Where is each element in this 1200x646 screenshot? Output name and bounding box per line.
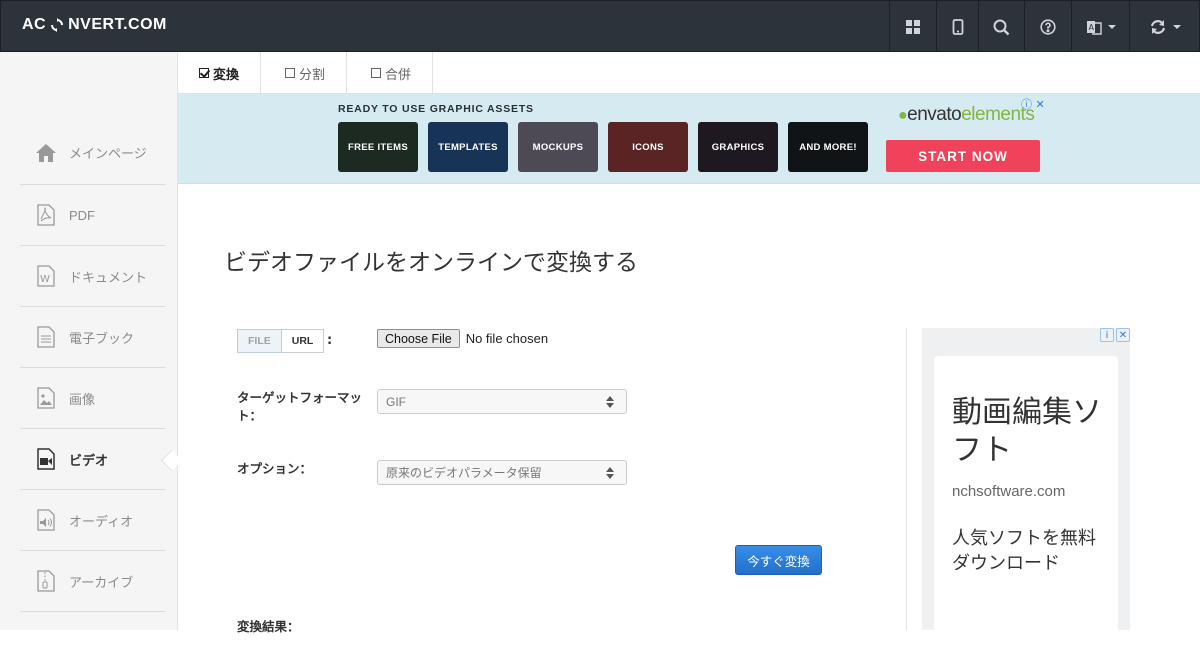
top-navbar: AC NVERT.COM A bbox=[0, 0, 1200, 53]
sidebar-item-label: 画像 bbox=[69, 391, 96, 407]
chevron-down-icon bbox=[1107, 25, 1116, 29]
archive-icon bbox=[35, 569, 57, 593]
ad-tile[interactable]: FREE ITEMS bbox=[338, 122, 418, 172]
sidebar-item-label: オーディオ bbox=[69, 513, 134, 529]
svg-text:W: W bbox=[40, 274, 50, 285]
mobile-button[interactable] bbox=[936, 1, 978, 53]
ad-close-icon[interactable]: ⓘ ✕ bbox=[1021, 96, 1045, 112]
chevron-down-icon bbox=[1172, 25, 1181, 29]
help-icon bbox=[1040, 19, 1056, 35]
ad-tile[interactable]: AND MORE! bbox=[788, 122, 868, 172]
source-toggle: FILE URL bbox=[237, 329, 325, 353]
brand-name: envato bbox=[907, 104, 962, 125]
tab-label: 合併 bbox=[385, 66, 412, 82]
svg-text:A: A bbox=[1088, 23, 1094, 32]
content-divider bbox=[906, 328, 907, 630]
leaf-icon: ● bbox=[898, 107, 908, 124]
language-icon: A bbox=[1086, 21, 1102, 35]
options-label: オプション： bbox=[237, 462, 313, 476]
sidebar-item-label: 電子ブック bbox=[69, 330, 135, 346]
search-icon bbox=[993, 19, 1010, 35]
tablet-icon bbox=[952, 19, 963, 35]
sidebar-item-label: メインページ bbox=[69, 146, 147, 161]
file-status: No file chosen bbox=[465, 331, 549, 346]
ad-subtext: 人気ソフトを無料ダウンロード bbox=[952, 528, 1096, 574]
site-logo[interactable]: AC NVERT.COM bbox=[22, 16, 167, 34]
tab-label: 変換 bbox=[213, 66, 240, 82]
sidebar: メインページ PDF W ドキュメント 電子ブック 画像 ビデオ オーディオ ア… bbox=[0, 52, 178, 630]
ad-banner[interactable]: READY TO USE GRAPHIC ASSETS FREE ITEMS T… bbox=[178, 94, 1200, 184]
ad-tile[interactable]: GRAPHICS bbox=[698, 122, 778, 172]
sidebar-item-label: ドキュメント bbox=[69, 269, 148, 285]
apps-button[interactable] bbox=[889, 1, 936, 53]
url-source-button[interactable]: URL bbox=[281, 329, 325, 353]
sidebar-item-ebook[interactable]: 電子ブック bbox=[20, 307, 165, 368]
language-button[interactable]: A bbox=[1071, 1, 1129, 53]
ad-tile[interactable]: TEMPLATES bbox=[428, 122, 508, 172]
refresh-icon bbox=[1150, 20, 1165, 34]
side-ad-card[interactable]: 動画編集ソフト nchsoftware.com 人気ソフトを無料ダウンロード bbox=[934, 356, 1118, 646]
checkbox-icon bbox=[371, 68, 382, 78]
sidebar-item-audio[interactable]: オーディオ bbox=[20, 490, 165, 551]
converter-menu-button[interactable] bbox=[1129, 1, 1199, 53]
sidebar-item-document[interactable]: W ドキュメント bbox=[20, 246, 165, 307]
options-value: 原来のビデオパラメータ保留 bbox=[386, 466, 542, 480]
brand-text-left: AC bbox=[22, 16, 47, 33]
sidebar-item-image[interactable]: 画像 bbox=[20, 368, 165, 429]
audio-icon bbox=[35, 508, 57, 532]
tab-convert[interactable]: 変換 bbox=[178, 52, 262, 94]
checkbox-icon bbox=[285, 68, 296, 78]
ad-tile[interactable]: ICONS bbox=[608, 122, 688, 172]
brand-text-right: NVERT.COM bbox=[68, 16, 167, 33]
ad-domain: nchsoftware.com bbox=[952, 483, 1066, 500]
sidebar-item-archive[interactable]: アーカイブ bbox=[20, 551, 165, 612]
search-button[interactable] bbox=[978, 1, 1024, 53]
sidebar-item-label: PDF bbox=[69, 207, 95, 223]
sidebar-item-pdf[interactable]: PDF bbox=[20, 185, 165, 246]
ad-controls: i ✕ bbox=[1100, 328, 1130, 342]
image-icon bbox=[35, 386, 57, 410]
mode-tabs: 変換 分割 合併 bbox=[178, 52, 1200, 94]
file-source-button[interactable]: FILE bbox=[237, 329, 282, 353]
sidebar-item-label: アーカイブ bbox=[69, 574, 134, 590]
file-input[interactable]: Choose File No file chosen bbox=[377, 329, 548, 348]
ad-title: READY TO USE GRAPHIC ASSETS bbox=[338, 103, 534, 115]
select-arrows-icon bbox=[606, 396, 614, 408]
home-icon bbox=[35, 141, 57, 165]
ad-headline: 動画編集ソフト bbox=[952, 395, 1102, 468]
convert-logo-icon bbox=[51, 18, 64, 32]
sidebar-item-video[interactable]: ビデオ bbox=[20, 429, 165, 490]
ad-tile[interactable]: MOCKUPS bbox=[518, 122, 598, 172]
tab-split[interactable]: 分割 bbox=[261, 52, 348, 94]
choose-file-button[interactable]: Choose File bbox=[377, 329, 460, 348]
options-select[interactable]: 原来のビデオパラメータ保留 bbox=[377, 460, 627, 485]
sidebar-item-home[interactable]: メインページ bbox=[20, 121, 165, 185]
tab-merge[interactable]: 合併 bbox=[347, 52, 434, 94]
ad-info-icon[interactable]: i bbox=[1100, 328, 1114, 342]
ebook-icon bbox=[35, 325, 57, 349]
page-title: ビデオファイルをオンラインで変換する bbox=[224, 250, 638, 276]
tab-label: 分割 bbox=[299, 66, 326, 82]
side-ad[interactable]: i ✕ 動画編集ソフト nchsoftware.com 人気ソフトを無料ダウンロ… bbox=[922, 328, 1130, 646]
envato-logo[interactable]: ●envatoelements bbox=[898, 104, 1035, 126]
grid-icon bbox=[906, 20, 920, 34]
convert-now-button[interactable]: 今すぐ変換 bbox=[735, 545, 822, 575]
ad-tiles: FREE ITEMS TEMPLATES MOCKUPS ICONS GRAPH… bbox=[338, 122, 868, 172]
checkbox-checked-icon bbox=[199, 68, 209, 78]
video-icon bbox=[35, 447, 57, 471]
pdf-icon bbox=[35, 203, 57, 227]
help-button[interactable] bbox=[1024, 1, 1071, 53]
close-icon[interactable]: ✕ bbox=[1116, 328, 1130, 342]
sidebar-item-label: ビデオ bbox=[69, 452, 109, 468]
target-format-label: ターゲットフォーマット： bbox=[237, 391, 363, 423]
start-now-button[interactable]: START NOW bbox=[886, 140, 1040, 172]
select-arrows-icon bbox=[606, 467, 614, 479]
target-format-value: GIF bbox=[386, 394, 406, 409]
result-label: 変換結果： bbox=[237, 620, 300, 634]
target-format-select[interactable]: GIF bbox=[377, 389, 627, 414]
word-icon: W bbox=[35, 264, 57, 288]
source-colon: : bbox=[327, 333, 333, 348]
